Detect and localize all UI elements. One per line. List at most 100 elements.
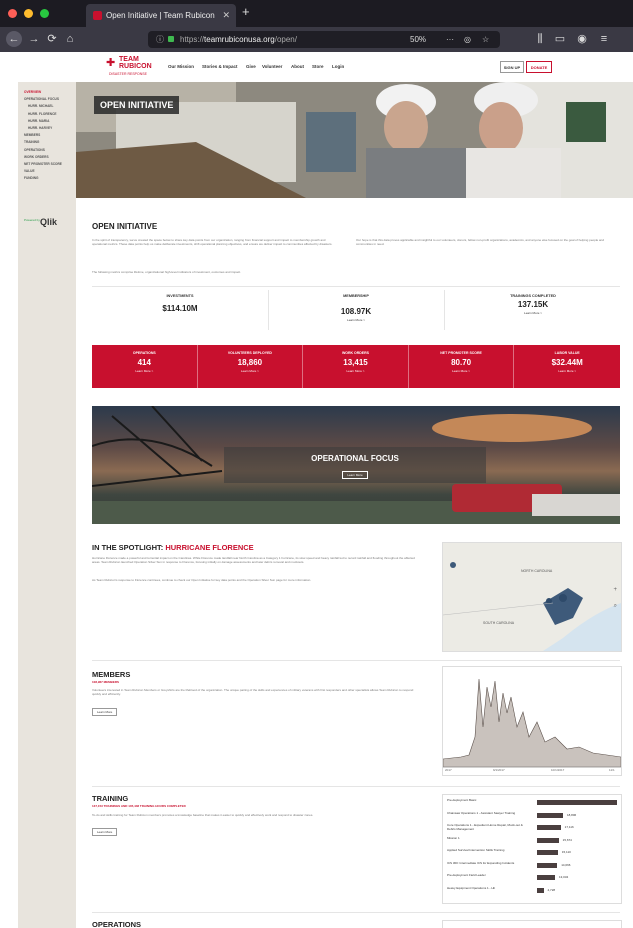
logo-text-team: TEAM: [119, 56, 139, 63]
nav-our-mission[interactable]: Our Mission: [168, 64, 194, 69]
sidebar-item[interactable]: TRAINING: [24, 140, 39, 144]
sidebar-toggle-icon[interactable]: ▭: [552, 31, 568, 47]
stat-label: INVESTMENTS: [166, 294, 194, 298]
home-icon[interactable]: ⌂: [62, 31, 78, 47]
key-metric-learn-more-link[interactable]: Learn More >: [92, 369, 197, 373]
members-learn-more-button[interactable]: Learn More: [92, 708, 118, 716]
sidebar-item[interactable]: MEMBERS: [24, 133, 40, 137]
key-metric-learn-more-link[interactable]: Learn More >: [514, 369, 620, 373]
training-bar-label: Applied Survival Intervention Skills Tra…: [447, 848, 505, 852]
nav-about[interactable]: About: [291, 64, 304, 69]
nav-login[interactable]: Login: [332, 64, 344, 69]
section-divider: [92, 912, 620, 913]
key-metric-value: $32.44M: [551, 358, 583, 367]
training-bar-row[interactable]: Pre-deployment Field Leader 13,034: [447, 873, 617, 882]
sidebar-item[interactable]: OPERATIONS: [24, 148, 45, 152]
powered-by-label: Powered by: [24, 218, 40, 222]
training-text: To-do and skills training for Team Rubic…: [92, 813, 314, 817]
training-bar-chart[interactable]: Pre-deployment Basic Chainsaw Operations …: [442, 794, 622, 904]
training-bar-label: ICS 300: Intermediate ICS for Expanding …: [447, 860, 515, 865]
info-icon[interactable]: ⓘ: [156, 31, 164, 48]
members-count: 108,967 MEMBERS: [92, 680, 120, 684]
hero-banner: OPEN INITIATIVE: [76, 82, 633, 198]
sidebar-item[interactable]: OPERATIONAL FOCUS: [24, 97, 59, 101]
training-bar-row[interactable]: Chainsaw Operations 1 - Assistant Sawyer…: [447, 810, 617, 820]
pocket-icon[interactable]: ◎: [464, 31, 471, 48]
training-bar-row[interactable]: Pre-deployment Basic: [447, 798, 617, 807]
zoom-level[interactable]: 50%: [410, 31, 426, 48]
members-chart[interactable]: 2017 9/1/2017 10/1/2017 11/1: [442, 666, 622, 776]
donate-button[interactable]: DONATE: [526, 61, 552, 73]
more-actions-icon[interactable]: ···: [446, 31, 454, 48]
operational-focus-title: OPERATIONAL FOCUS: [311, 454, 399, 463]
operations-heading: OPERATIONS: [92, 920, 142, 928]
stat-learn-more-link[interactable]: Learn More >: [488, 311, 578, 315]
training-bar: [537, 887, 544, 893]
operational-focus-learn-more-button[interactable]: Learn More: [342, 471, 368, 479]
operations-chart[interactable]: [442, 920, 622, 928]
map-label-nc: NORTH CAROLINA: [521, 569, 553, 573]
sidebar-item[interactable]: HURR. FLORENCE: [28, 112, 57, 116]
key-metric-label: OPERATIONS: [132, 351, 156, 355]
training-bar-row[interactable]: Core Operations 1 - Expedient Home Repai…: [447, 823, 617, 832]
map-zoom-in-icon[interactable]: +: [613, 587, 617, 593]
back-arrow-icon[interactable]: ←: [6, 31, 22, 47]
sidebar-item[interactable]: HURR. MICHAEL: [28, 104, 54, 108]
training-bar-value: 4,728: [547, 887, 556, 892]
key-metric-learn-more-link[interactable]: Learn More >: [198, 369, 303, 373]
stat-investments: INVESTMENTS $114.10M: [92, 294, 268, 313]
tab-close-icon[interactable]: ✕: [222, 4, 230, 27]
training-bar-row[interactable]: Mission 1 15,674: [447, 836, 617, 845]
bookmark-star-icon[interactable]: ☆: [482, 31, 489, 48]
spotlight-text: Hurricane Florence made a powerful and t…: [92, 556, 415, 564]
minimize-window-button[interactable]: [24, 9, 33, 18]
training-bar-row[interactable]: Heavy Equipment Operations 1 - Hit 4,728: [447, 886, 617, 895]
forward-arrow-icon[interactable]: →: [26, 31, 42, 47]
florence-map[interactable]: NORTH CAROLINA SOUTH CAROLINA + ⌕: [442, 542, 622, 652]
nav-volunteer[interactable]: Volunteer: [262, 64, 282, 69]
training-learn-more-button[interactable]: Learn More: [92, 828, 118, 836]
page-sidebar: OVERVIEW OPERATIONAL FOCUS HURR. MICHAEL HU…: [18, 82, 76, 928]
reload-icon[interactable]: ⟳: [44, 31, 60, 47]
sidebar-item[interactable]: HURR. HARVEY: [28, 126, 52, 130]
sidebar-item[interactable]: WORK ORDERS: [24, 155, 49, 159]
browser-tab[interactable]: Open Initiative | Team Rubicon ✕: [86, 4, 236, 27]
close-window-button[interactable]: [8, 9, 17, 18]
key-metric-learn-more-link[interactable]: Learn More >: [303, 369, 408, 373]
nav-give[interactable]: Give: [246, 64, 256, 69]
sign-up-button[interactable]: SIGN UP: [500, 61, 524, 73]
menu-icon[interactable]: ≡: [596, 31, 612, 47]
training-bar-value: 13,034: [559, 875, 569, 879]
sidebar-item[interactable]: NET PROMOTER SCORE: [24, 162, 62, 166]
account-icon[interactable]: ◉: [574, 31, 590, 47]
library-icon[interactable]: ⫼: [532, 31, 548, 47]
training-bar-label: Chainsaw Operations 1 - Assistant Sawyer…: [447, 810, 516, 815]
key-metric-learn-more-link[interactable]: Learn More >: [409, 369, 514, 373]
sidebar-item[interactable]: OVERVIEW: [24, 90, 41, 94]
members-area-chart: [443, 678, 621, 768]
key-metric-value: 13,415: [343, 358, 368, 367]
key-metric-label: LABOR VALUE: [554, 351, 580, 355]
powered-by-qlik[interactable]: Powered by Qlik: [24, 216, 72, 230]
training-bar-row[interactable]: Applied Survival Intervention Skills Tra…: [447, 848, 617, 857]
address-bar[interactable]: ⓘ https://teamrubiconusa.org/open/ 50% ·…: [148, 31, 500, 48]
spotlight-heading: IN THE SPOTLIGHT: HURRICANE FLORENCE: [92, 543, 254, 552]
lock-icon: [168, 36, 174, 42]
training-bar-value: 15,674: [562, 837, 572, 842]
sidebar-item[interactable]: VALUE: [24, 169, 35, 173]
training-bar-row[interactable]: ICS 300: Intermediate ICS for Expanding …: [447, 860, 617, 870]
intro-heading: OPEN INITIATIVE: [92, 222, 158, 231]
qlik-logo: Qlik: [40, 217, 58, 227]
spotlight-heading-prefix: IN THE SPOTLIGHT:: [92, 543, 166, 552]
site-header: ✚ TEAM RUBICON DISASTER RESPONSE Our Mis…: [18, 52, 633, 83]
team-rubicon-logo[interactable]: ✚ TEAM RUBICON DISASTER RESPONSE: [106, 56, 156, 78]
maximize-window-button[interactable]: [40, 9, 49, 18]
sidebar-item[interactable]: HURR. MARIA: [28, 119, 49, 123]
map-search-icon[interactable]: ⌕: [614, 603, 617, 610]
stat-learn-more-link[interactable]: Learn More >: [268, 318, 444, 322]
nav-store[interactable]: Store: [312, 64, 324, 69]
training-bar-value: 15,110: [561, 850, 571, 854]
nav-stories-impact[interactable]: Stories & Impact: [202, 64, 238, 69]
new-tab-button[interactable]: +: [242, 4, 250, 19]
sidebar-item[interactable]: FUNDING: [24, 176, 39, 180]
